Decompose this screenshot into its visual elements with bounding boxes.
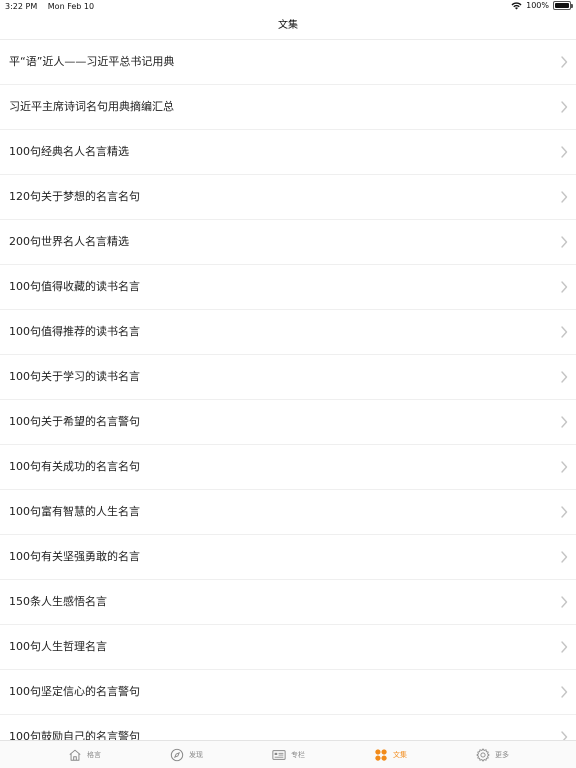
list-item[interactable]: 120句关于梦想的名言名句 <box>0 175 576 220</box>
compass-icon <box>170 748 184 762</box>
list-item-label: 150条人生感悟名言 <box>9 595 107 608</box>
tab-label: 格言 <box>87 751 101 759</box>
list-item[interactable]: 100句值得推荐的读书名言 <box>0 310 576 355</box>
list-item-label: 100句值得推荐的读书名言 <box>9 325 140 338</box>
tab-collections[interactable]: 文集 <box>374 741 407 768</box>
status-right: 100% <box>511 1 573 10</box>
home-icon <box>69 749 81 761</box>
chevron-right-icon <box>561 371 568 383</box>
list-item[interactable]: 100句坚定信心的名言警句 <box>0 670 576 715</box>
battery-icon <box>553 1 573 10</box>
chevron-right-icon <box>561 146 568 158</box>
status-time: 3:22 PM <box>5 2 38 11</box>
list-item-label: 100句有关坚强勇敢的名言 <box>9 550 140 563</box>
tab-columns[interactable]: 专栏 <box>272 741 305 768</box>
list-item-label: 100句鼓励自己的名言警句 <box>9 730 140 740</box>
tab-label: 发现 <box>189 751 203 759</box>
list-item[interactable]: 100句有关坚强勇敢的名言 <box>0 535 576 580</box>
list-item-label: 100句关于希望的名言警句 <box>9 415 140 428</box>
list-item-label: 100句坚定信心的名言警句 <box>9 685 140 698</box>
list-item-label: 100句值得收藏的读书名言 <box>9 280 140 293</box>
tab-label: 文集 <box>393 751 407 759</box>
chevron-right-icon <box>561 686 568 698</box>
collection-list[interactable]: 平“语”近人——习近平总书记用典 习近平主席诗词名句用典摘编汇总 100句经典名… <box>0 40 576 740</box>
tab-maxims[interactable]: 格言 <box>68 741 101 768</box>
page-title: 文集 <box>278 20 298 31</box>
tab-more[interactable]: 更多 <box>476 741 509 768</box>
list-item-label: 200句世界名人名言精选 <box>9 235 129 248</box>
list-item[interactable]: 100句有关成功的名言名句 <box>0 445 576 490</box>
list-item-label: 100句人生哲理名言 <box>9 640 107 653</box>
chevron-right-icon <box>561 731 568 740</box>
list-item-label: 100句关于学习的读书名言 <box>9 370 140 383</box>
status-date: Mon Feb 10 <box>47 2 95 11</box>
list-item[interactable]: 200句世界名人名言精选 <box>0 220 576 265</box>
list-item[interactable]: 150条人生感悟名言 <box>0 580 576 625</box>
navigation-bar: 文集 <box>0 14 576 40</box>
chevron-right-icon <box>561 416 568 428</box>
list-item[interactable]: 100句富有智慧的人生名言 <box>0 490 576 535</box>
tab-label: 更多 <box>495 751 509 759</box>
battery-percent: 100% <box>526 1 549 10</box>
list-item[interactable]: 100句关于学习的读书名言 <box>0 355 576 400</box>
list-item[interactable]: 习近平主席诗词名句用典摘编汇总 <box>0 85 576 130</box>
status-bar: 3:22 PM Mon Feb 10 100% <box>0 0 576 14</box>
list-item[interactable]: 100句经典名人名言精选 <box>0 130 576 175</box>
tab-label: 专栏 <box>291 751 305 759</box>
list-item[interactable]: 平“语”近人——习近平总书记用典 <box>0 40 576 85</box>
chevron-right-icon <box>561 236 568 248</box>
list-item-label: 平“语”近人——习近平总书记用典 <box>9 55 175 68</box>
grid-collection-icon <box>375 749 387 761</box>
list-item[interactable]: 100句关于希望的名言警句 <box>0 400 576 445</box>
chevron-right-icon <box>561 101 568 113</box>
chevron-right-icon <box>561 641 568 653</box>
wifi-icon <box>511 1 522 9</box>
gear-icon <box>476 748 490 762</box>
list-item-label: 100句有关成功的名言名句 <box>9 460 140 473</box>
chevron-right-icon <box>561 506 568 518</box>
list-item-label: 100句富有智慧的人生名言 <box>9 505 140 518</box>
list-item-label: 120句关于梦想的名言名句 <box>9 190 140 203</box>
list-item[interactable]: 100句鼓励自己的名言警句 <box>0 715 576 740</box>
column-card-icon <box>272 750 286 760</box>
chevron-right-icon <box>561 551 568 563</box>
chevron-right-icon <box>561 281 568 293</box>
tab-bar: 格言 发现 专栏 文集 更多 <box>0 740 576 768</box>
list-item-label: 100句经典名人名言精选 <box>9 145 129 158</box>
tab-discover[interactable]: 发现 <box>170 741 203 768</box>
list-item-label: 习近平主席诗词名句用典摘编汇总 <box>9 100 174 113</box>
list-item[interactable]: 100句值得收藏的读书名言 <box>0 265 576 310</box>
list-item[interactable]: 100句人生哲理名言 <box>0 625 576 670</box>
chevron-right-icon <box>561 461 568 473</box>
chevron-right-icon <box>561 191 568 203</box>
status-left: 3:22 PM Mon Feb 10 <box>5 2 94 11</box>
chevron-right-icon <box>561 56 568 68</box>
chevron-right-icon <box>561 326 568 338</box>
chevron-right-icon <box>561 596 568 608</box>
